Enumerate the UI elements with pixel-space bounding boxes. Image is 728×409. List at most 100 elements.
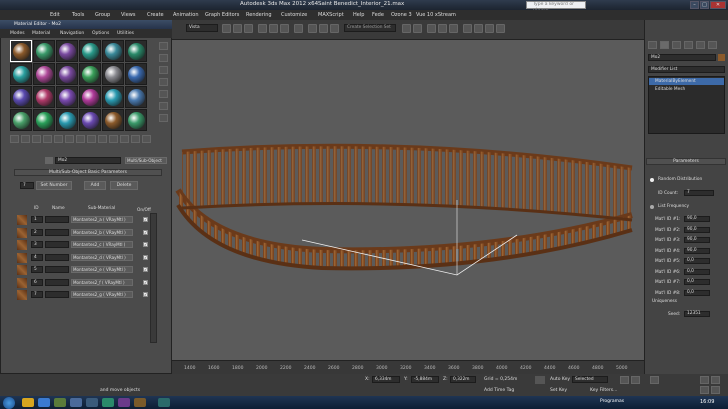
column-on-off[interactable]: On/Off [137, 208, 151, 213]
material-tool-icon[interactable] [32, 135, 41, 143]
sample-slot[interactable] [125, 40, 147, 62]
app-icon[interactable] [102, 398, 114, 407]
sample-option-icon[interactable] [159, 42, 168, 50]
sample-slot[interactable] [56, 40, 78, 62]
material-tool-icon[interactable] [21, 135, 30, 143]
object-color-swatch[interactable] [718, 54, 725, 61]
sub-material-button[interactable]: Montantes2_e ( VRayMtl ) [71, 266, 133, 273]
viewport[interactable] [172, 40, 644, 360]
material-id-percent-field[interactable]: 0,0 [684, 279, 710, 285]
sample-option-icon[interactable] [159, 90, 168, 98]
sub-material-swatch[interactable] [17, 215, 27, 225]
material-editor-titlebar[interactable]: Material Editor - Mo2 [0, 20, 172, 29]
sample-slot[interactable] [10, 109, 32, 131]
explorer-icon[interactable] [22, 398, 34, 407]
sub-material-id[interactable]: 2 [31, 228, 43, 236]
menu-fede[interactable]: Fede [372, 12, 384, 18]
eyedropper-icon[interactable] [45, 157, 53, 164]
sample-slot[interactable] [125, 63, 147, 85]
sub-material-button[interactable]: Montantes2_d ( VRayMtl ) [71, 253, 133, 261]
sample-slot[interactable] [102, 63, 124, 85]
sample-option-icon[interactable] [159, 54, 168, 62]
align-icon[interactable] [413, 24, 422, 33]
sub-material-swatch[interactable] [17, 240, 27, 250]
stack-item-editable-mesh[interactable]: Editable Mesh [649, 86, 724, 93]
app-icon[interactable] [54, 398, 66, 407]
parameters-rollout-header[interactable]: Parameters [646, 158, 726, 165]
sample-slot[interactable] [56, 63, 78, 85]
delete-button[interactable]: Delete [110, 181, 138, 190]
sub-material-name-field[interactable] [45, 278, 69, 286]
minimize-button[interactable]: – [690, 1, 699, 9]
menu-graph-editors[interactable]: Graph Editors [205, 12, 239, 18]
select-icon[interactable] [222, 24, 231, 33]
me-menu-navigation[interactable]: Navigation [60, 31, 84, 36]
app-icon[interactable] [86, 398, 98, 407]
sub-material-swatch[interactable] [17, 290, 27, 300]
app-icon[interactable] [118, 398, 130, 407]
sub-material-name-field[interactable] [45, 228, 69, 236]
me-menu-modes[interactable]: Modes [10, 31, 25, 36]
modify-tab-icon[interactable] [660, 41, 669, 49]
schematic-icon[interactable] [449, 24, 458, 33]
material-tool-icon[interactable] [142, 135, 151, 143]
material-id-percent-field[interactable]: 0,0 [684, 258, 710, 264]
sub-material-scrollbar[interactable] [150, 213, 157, 343]
sub-material-enabled-checkbox[interactable]: ✓ [143, 217, 148, 222]
sub-material-enabled-checkbox[interactable]: ✓ [143, 292, 148, 297]
count-field[interactable]: 7 [20, 182, 34, 189]
sample-option-icon[interactable] [159, 66, 168, 74]
sub-material-swatch[interactable] [17, 227, 27, 238]
app-icon[interactable] [70, 398, 82, 407]
set-key-button[interactable]: Set Key [550, 388, 567, 393]
hierarchy-tab-icon[interactable] [672, 41, 681, 49]
add-time-tag[interactable]: Add Time Tag [484, 388, 514, 393]
set-number-button[interactable]: Set Number [36, 181, 72, 190]
app-icon[interactable] [134, 398, 146, 407]
sample-slot[interactable] [79, 40, 101, 62]
orbit-icon[interactable] [700, 386, 709, 394]
auto-key-button[interactable]: Auto Key [550, 377, 570, 382]
scale-icon[interactable] [280, 24, 289, 33]
me-menu-options[interactable]: Options [92, 31, 109, 36]
material-tool-icon[interactable] [131, 135, 140, 143]
create-tab-icon[interactable] [648, 41, 657, 49]
menu-group[interactable]: Group [95, 12, 110, 18]
sub-material-name-field[interactable] [45, 241, 69, 248]
sub-material-button[interactable]: Montantes2_g ( VRayMtl ) [71, 291, 133, 298]
select-by-name-icon[interactable] [233, 24, 242, 33]
sample-slot[interactable] [10, 63, 32, 85]
move-icon[interactable] [258, 24, 267, 33]
sub-material-button[interactable]: Montantes2_f ( VRayMtl ) [71, 278, 133, 286]
render-frame-icon[interactable] [485, 24, 494, 33]
sub-material-enabled-checkbox[interactable]: ✓ [143, 254, 148, 260]
curve-editor-icon[interactable] [438, 24, 447, 33]
angle-snap-icon[interactable] [319, 24, 328, 33]
utilities-tab-icon[interactable] [708, 41, 717, 49]
selection-filter-dropdown[interactable]: Vista [186, 24, 218, 32]
sub-material-name-field[interactable] [45, 216, 69, 223]
region-select-icon[interactable] [244, 24, 253, 33]
key-mode-dropdown[interactable]: Selected [572, 376, 608, 383]
material-tool-icon[interactable] [54, 135, 63, 143]
menu-views[interactable]: Views [121, 12, 135, 18]
sample-option-icon[interactable] [159, 102, 168, 110]
menu-tools[interactable]: Tools [72, 12, 84, 18]
y-coordinate-field[interactable]: -5,884m [411, 376, 439, 383]
seed-field[interactable]: 12351 [684, 311, 710, 317]
random-distribution-radio[interactable] [650, 178, 654, 182]
sub-material-enabled-checkbox[interactable]: ✓ [143, 242, 148, 247]
snap-icon[interactable] [308, 24, 317, 33]
sample-slot[interactable] [102, 86, 124, 108]
sample-slot[interactable] [10, 86, 32, 108]
sample-slot[interactable] [56, 86, 78, 108]
add-button[interactable]: Add [84, 181, 106, 190]
list-frequency-radio[interactable] [650, 205, 654, 209]
maximize-button[interactable]: □ [700, 1, 709, 9]
material-tool-icon[interactable] [98, 135, 107, 143]
sample-slot[interactable] [79, 109, 101, 131]
sub-material-swatch[interactable] [17, 277, 27, 288]
sub-material-enabled-checkbox[interactable]: ✓ [143, 267, 148, 272]
sub-material-id[interactable]: 6 [31, 278, 43, 286]
column-sub-material[interactable]: Sub-Material [88, 206, 115, 211]
